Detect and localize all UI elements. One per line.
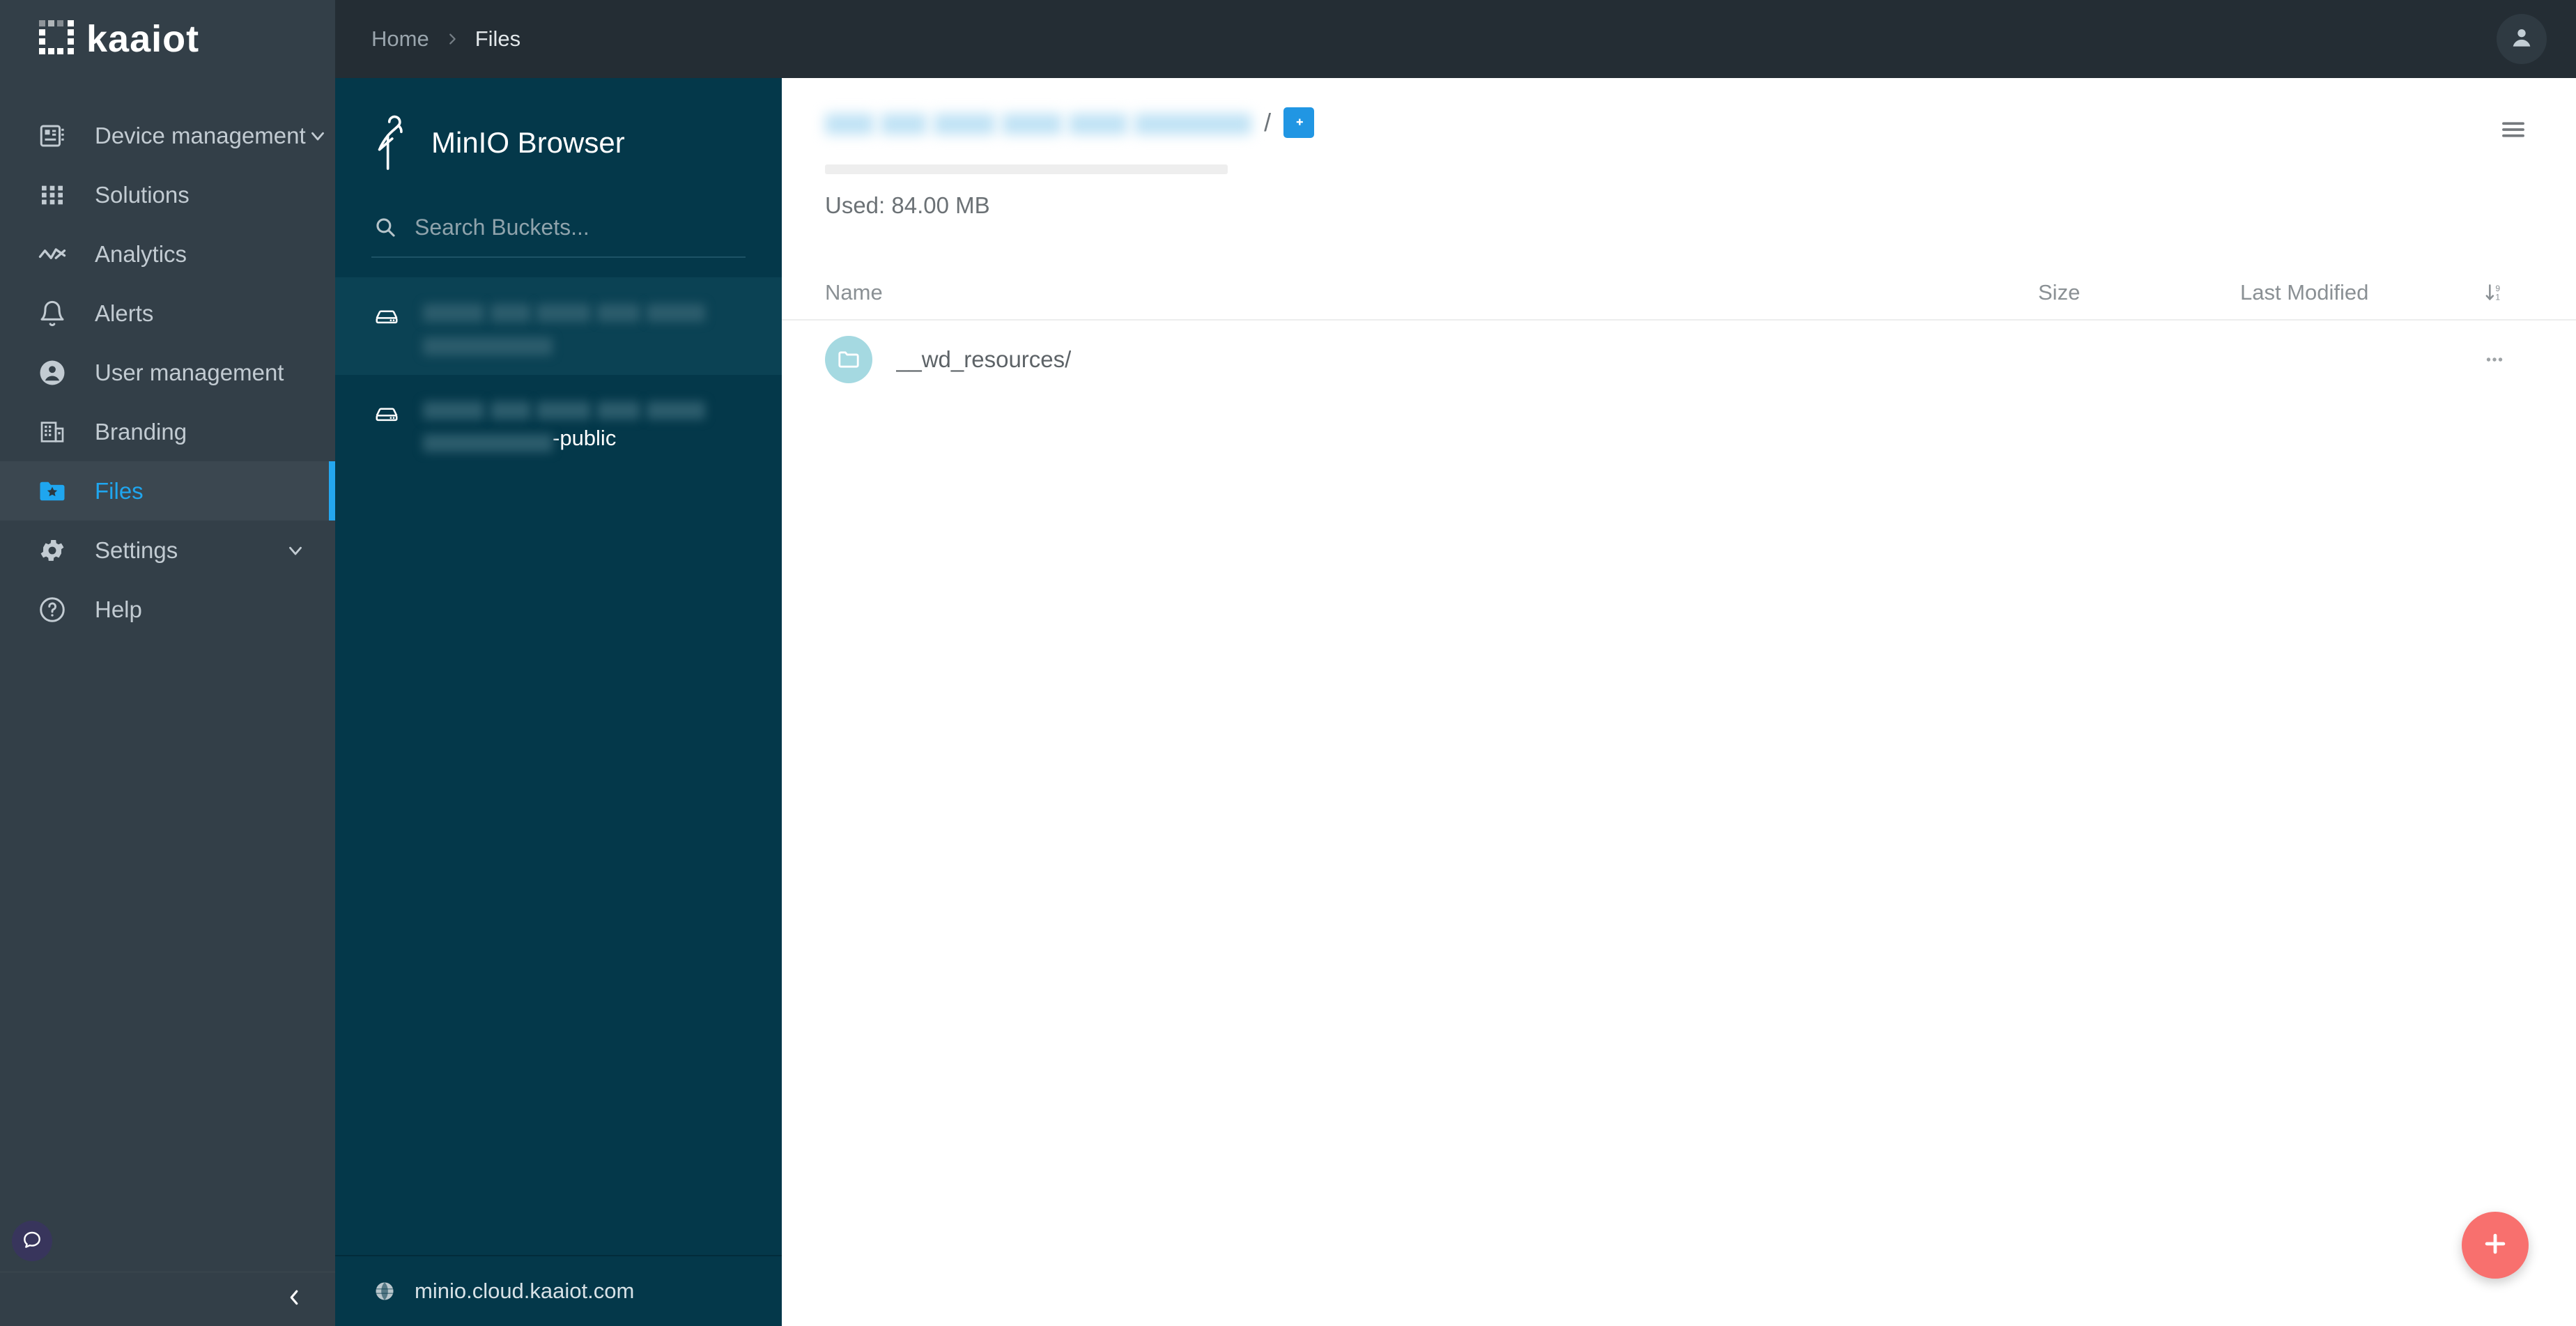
main-header: / Used: 84.00 MB — [782, 78, 2576, 219]
globe-icon — [371, 1278, 398, 1304]
minio-heron-icon — [378, 115, 403, 170]
bucket-drive-icon — [371, 301, 402, 332]
sidebar-item-alerts[interactable]: Alerts — [0, 284, 335, 343]
main-content: / Used: 84.00 MB Name Size Last Modified… — [782, 78, 2576, 1326]
file-table: Name Size Last Modified 9 1 __wd_resourc… — [782, 266, 2576, 399]
column-header-size[interactable]: Size — [2038, 280, 2240, 305]
building-icon — [36, 416, 68, 448]
sidebar-item-label: User management — [95, 359, 284, 385]
avatar[interactable] — [2497, 14, 2547, 64]
folder-plus-icon — [1288, 111, 1309, 135]
svg-text:1: 1 — [2495, 293, 2500, 302]
brand-logo[interactable]: kaaiot — [0, 0, 335, 78]
gear-icon — [36, 534, 68, 566]
sidebar-nav: Device management Solutions Analytics Al… — [0, 106, 335, 639]
sidebar-item-files[interactable]: Files — [0, 461, 335, 521]
minio-spacer — [335, 472, 782, 1255]
bucket-drive-icon — [371, 399, 402, 429]
main-sidebar: kaaiot Device management Solutions Analy… — [0, 0, 335, 1326]
bucket-path: / — [825, 107, 2494, 138]
column-header-sort: 9 1 — [2456, 277, 2533, 308]
folder-star-icon — [36, 475, 68, 507]
folder-icon — [825, 336, 872, 383]
brand-logo-text: kaaiot — [86, 18, 200, 60]
sidebar-footer — [0, 1272, 335, 1326]
path-block: / Used: 84.00 MB — [825, 107, 2494, 219]
sidebar-item-solutions[interactable]: Solutions — [0, 165, 335, 224]
user-circle-icon — [36, 357, 68, 389]
table-row[interactable]: __wd_resources/ — [782, 321, 2576, 399]
sidebar-item-label: Analytics — [95, 240, 187, 267]
search-icon — [371, 213, 399, 241]
path-separator: / — [1264, 108, 1272, 137]
usage-progress-bar — [825, 164, 1228, 174]
sidebar-collapse-button[interactable] — [279, 1285, 309, 1314]
kaaiot-bracket-logo-icon — [39, 20, 74, 54]
chevron-left-icon — [284, 1287, 304, 1311]
chat-bubble-widget[interactable] — [12, 1221, 52, 1261]
help-circle-icon — [36, 594, 68, 626]
sidebar-item-label: Settings — [95, 537, 178, 563]
sidebar-item-help[interactable]: Help — [0, 580, 335, 639]
sidebar-item-device-management[interactable]: Device management — [0, 106, 335, 165]
sidebar-item-analytics[interactable]: Analytics — [0, 224, 335, 284]
solutions-grid-icon — [36, 179, 68, 211]
minio-header: MinIO Browser — [335, 78, 782, 173]
minio-url[interactable]: minio.cloud.kaaiot.com — [415, 1279, 634, 1304]
hamburger-menu-icon — [2499, 115, 2528, 148]
breadcrumb-item-home[interactable]: Home — [371, 26, 429, 52]
body-row: MinIO Browser Search Buckets... -public … — [335, 78, 2576, 1326]
sidebar-item-label: Branding — [95, 418, 187, 445]
usage-label: Used: 84.00 MB — [825, 192, 990, 218]
sidebar-item-label: Help — [95, 596, 142, 622]
more-horizontal-icon[interactable] — [2475, 340, 2514, 379]
new-folder-button[interactable] — [1283, 107, 1315, 138]
search-input[interactable] — [415, 214, 746, 240]
user-avatar-icon — [2508, 24, 2536, 55]
chat-bubble-icon — [21, 1228, 43, 1254]
app-root: kaaiot Device management Solutions Analy… — [0, 0, 2576, 1326]
column-header-name[interactable]: Name — [825, 280, 2038, 305]
bucket-list-item[interactable]: -public — [335, 375, 782, 472]
bell-icon — [36, 298, 68, 330]
row-actions — [2456, 340, 2533, 379]
bucket-list-item[interactable] — [335, 277, 782, 375]
sidebar-item-settings[interactable]: Settings — [0, 521, 335, 580]
file-name-cell: __wd_resources/ — [825, 336, 2038, 383]
table-header-row: Name Size Last Modified 9 1 — [782, 266, 2576, 319]
minio-title: MinIO Browser — [431, 126, 625, 159]
device-management-icon — [36, 120, 68, 152]
sidebar-item-label: Device management — [95, 122, 306, 148]
sidebar-item-user-management[interactable]: User management — [0, 343, 335, 402]
breadcrumb-item-files[interactable]: Files — [475, 26, 520, 52]
chevron-right-icon — [445, 29, 460, 49]
sidebar-item-branding[interactable]: Branding — [0, 402, 335, 461]
hamburger-menu-button[interactable] — [2494, 111, 2533, 151]
bucket-name: -public — [423, 394, 754, 453]
bucket-name-suffix: -public — [553, 425, 617, 450]
sidebar-item-label: Files — [95, 477, 144, 504]
chevron-down-icon[interactable] — [284, 539, 307, 562]
minio-footer: minio.cloud.kaaiot.com — [335, 1256, 782, 1326]
sidebar-item-label: Solutions — [95, 181, 190, 208]
topbar: Home Files — [335, 0, 2576, 78]
chevron-down-icon[interactable] — [306, 124, 330, 148]
analytics-chart-icon — [36, 238, 68, 270]
add-button-fab[interactable] — [2462, 1212, 2529, 1279]
breadcrumb: Home Files — [371, 26, 520, 52]
bucket-search[interactable] — [371, 213, 746, 258]
file-name: __wd_resources/ — [896, 346, 1072, 372]
right-column: Home Files MinIO Browser Search Buckets.… — [335, 0, 2576, 1326]
bucket-path-name — [825, 108, 1252, 137]
column-header-last-modified[interactable]: Last Modified — [2240, 280, 2456, 305]
bucket-name — [423, 297, 754, 355]
bucket-list: -public — [335, 277, 782, 472]
minio-bucket-panel: MinIO Browser Search Buckets... -public … — [335, 78, 782, 1326]
plus-icon — [2480, 1228, 2511, 1263]
sidebar-item-label: Alerts — [95, 300, 154, 326]
sort-descending-9-1-icon[interactable]: 9 1 — [2479, 277, 2510, 308]
